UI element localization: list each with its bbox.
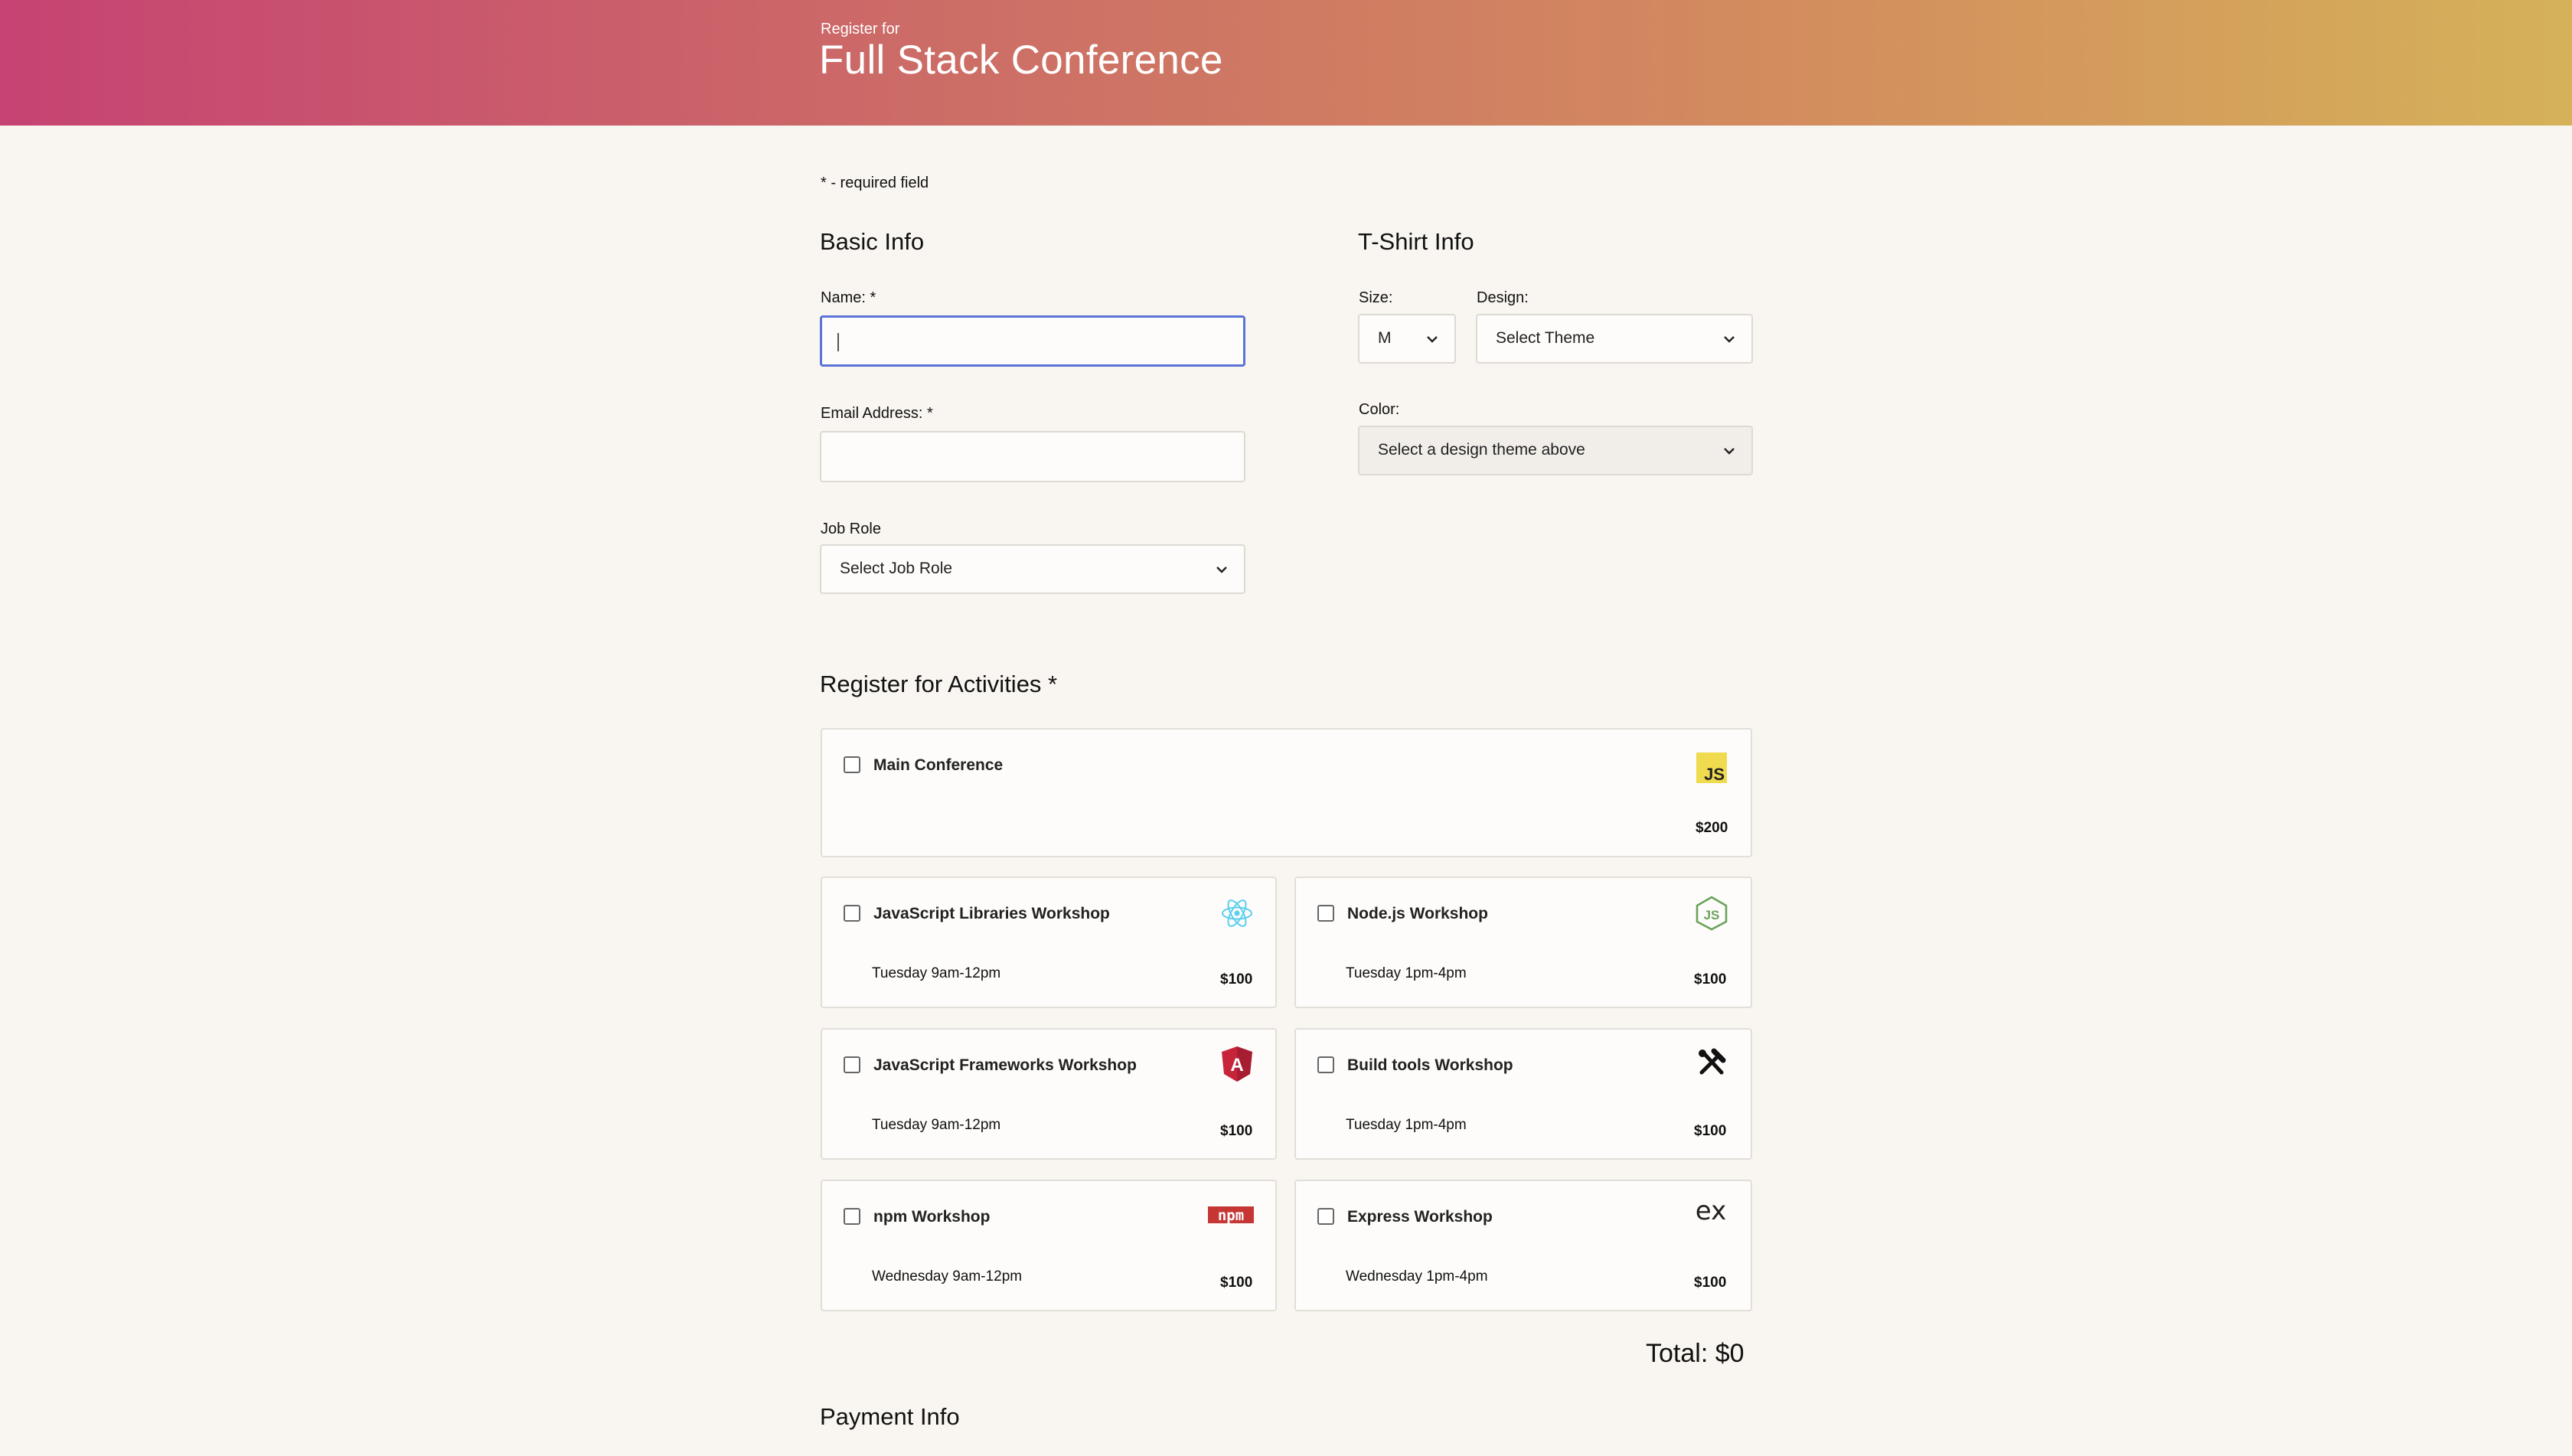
- checkbox[interactable]: [844, 1056, 860, 1073]
- activity-price: $100: [1220, 971, 1253, 988]
- chevron-down-icon: [1724, 448, 1735, 455]
- react-icon: [1222, 899, 1252, 927]
- color-label: Color:: [1359, 401, 1400, 418]
- activity-price: $100: [1694, 1275, 1727, 1291]
- activity-price: $100: [1694, 971, 1727, 988]
- chevron-down-icon: [1216, 566, 1227, 573]
- registration-page: Register for Full Stack Conference * - r…: [0, 0, 2572, 1456]
- checkbox[interactable]: [1317, 905, 1334, 922]
- chevron-down-icon: [1724, 336, 1735, 343]
- activity-title: Build tools Workshop: [1347, 1056, 1513, 1074]
- activity-time: Tuesday 1pm-4pm: [1346, 1117, 1467, 1133]
- activity-title: Express Workshop: [1347, 1208, 1493, 1226]
- tshirt-info-heading: T-Shirt Info: [1358, 228, 1474, 255]
- activity-price: $200: [1696, 820, 1728, 836]
- checkbox[interactable]: [1317, 1208, 1334, 1225]
- express-icon: ex: [1696, 1196, 1726, 1226]
- activity-time: Tuesday 1pm-4pm: [1346, 965, 1467, 981]
- design-label: Design:: [1477, 289, 1529, 306]
- activities-heading: Register for Activities *: [820, 671, 1058, 697]
- text-caret: [837, 333, 839, 351]
- activity-title: JavaScript Libraries Workshop: [873, 905, 1110, 922]
- activity-title: JavaScript Frameworks Workshop: [873, 1056, 1137, 1074]
- checkbox[interactable]: [844, 1208, 860, 1225]
- npm-icon: npm: [1208, 1206, 1254, 1224]
- activity-time: Tuesday 9am-12pm: [872, 1117, 1001, 1133]
- svg-text:ex: ex: [1696, 1196, 1726, 1226]
- activity-title: npm Workshop: [873, 1208, 991, 1226]
- tools-icon: [1699, 1048, 1726, 1075]
- activities-total: Total: $0: [1646, 1339, 1745, 1368]
- activity-card-express[interactable]: Express Workshop ex Wednesday 1pm-4pm $1…: [1294, 1180, 1752, 1311]
- activity-time: Wednesday 1pm-4pm: [1346, 1268, 1488, 1285]
- payment-info-heading: Payment Info: [820, 1403, 960, 1430]
- job-role-select[interactable]: Select Job Role: [820, 544, 1245, 594]
- nodejs-icon: JS: [1696, 896, 1728, 931]
- color-value: Select a design theme above: [1378, 441, 1585, 459]
- email-label: Email Address: *: [821, 405, 933, 422]
- name-label: Name: *: [821, 289, 876, 306]
- page-title: Full Stack Conference: [819, 38, 1223, 83]
- svg-text:A: A: [1230, 1055, 1243, 1076]
- activity-price: $100: [1220, 1275, 1253, 1291]
- activity-title: Node.js Workshop: [1347, 905, 1488, 922]
- activity-price: $100: [1220, 1123, 1253, 1139]
- activity-title: Main Conference: [873, 756, 1004, 774]
- chevron-down-icon: [1427, 336, 1438, 343]
- checkbox[interactable]: [844, 756, 860, 773]
- name-input[interactable]: [820, 315, 1245, 367]
- activity-card-npm[interactable]: npm Workshop npm Wednesday 9am-12pm $100: [821, 1180, 1277, 1311]
- size-value: M: [1378, 329, 1392, 347]
- activity-card-build-tools[interactable]: Build tools Workshop Tuesday 1pm-4pm $10…: [1294, 1028, 1752, 1160]
- job-role-value: Select Job Role: [840, 560, 953, 577]
- design-value: Select Theme: [1496, 329, 1595, 347]
- svg-text:npm: npm: [1218, 1207, 1244, 1224]
- required-note: * - required field: [821, 175, 929, 191]
- job-role-label: Job Role: [821, 521, 881, 537]
- activity-time: Wednesday 9am-12pm: [872, 1268, 1023, 1285]
- page-header: Register for Full Stack Conference: [0, 0, 2572, 126]
- activity-card-main-conference[interactable]: Main Conference JS $200: [821, 728, 1752, 857]
- size-label: Size:: [1359, 289, 1393, 306]
- checkbox[interactable]: [844, 905, 860, 922]
- svg-text:JS: JS: [1704, 908, 1720, 922]
- activity-price: $100: [1694, 1123, 1727, 1139]
- angular-icon: A: [1222, 1046, 1252, 1082]
- header-subtitle: Register for: [821, 21, 900, 38]
- checkbox[interactable]: [1317, 1056, 1334, 1073]
- size-select[interactable]: M: [1358, 314, 1456, 364]
- activity-time: Tuesday 9am-12pm: [872, 965, 1001, 981]
- activity-card-nodejs[interactable]: Node.js Workshop JS Tuesday 1pm-4pm $100: [1294, 877, 1752, 1008]
- activity-card-js-frameworks[interactable]: JavaScript Frameworks Workshop A Tuesday…: [821, 1028, 1277, 1160]
- design-select[interactable]: Select Theme: [1476, 314, 1753, 364]
- basic-info-heading: Basic Info: [820, 228, 925, 255]
- color-select[interactable]: Select a design theme above: [1358, 426, 1753, 475]
- email-input[interactable]: [820, 431, 1245, 482]
- javascript-icon: JS: [1696, 752, 1727, 783]
- activity-card-js-libraries[interactable]: JavaScript Libraries Workshop Tuesday 9a…: [821, 877, 1277, 1008]
- svg-text:JS: JS: [1704, 765, 1725, 783]
